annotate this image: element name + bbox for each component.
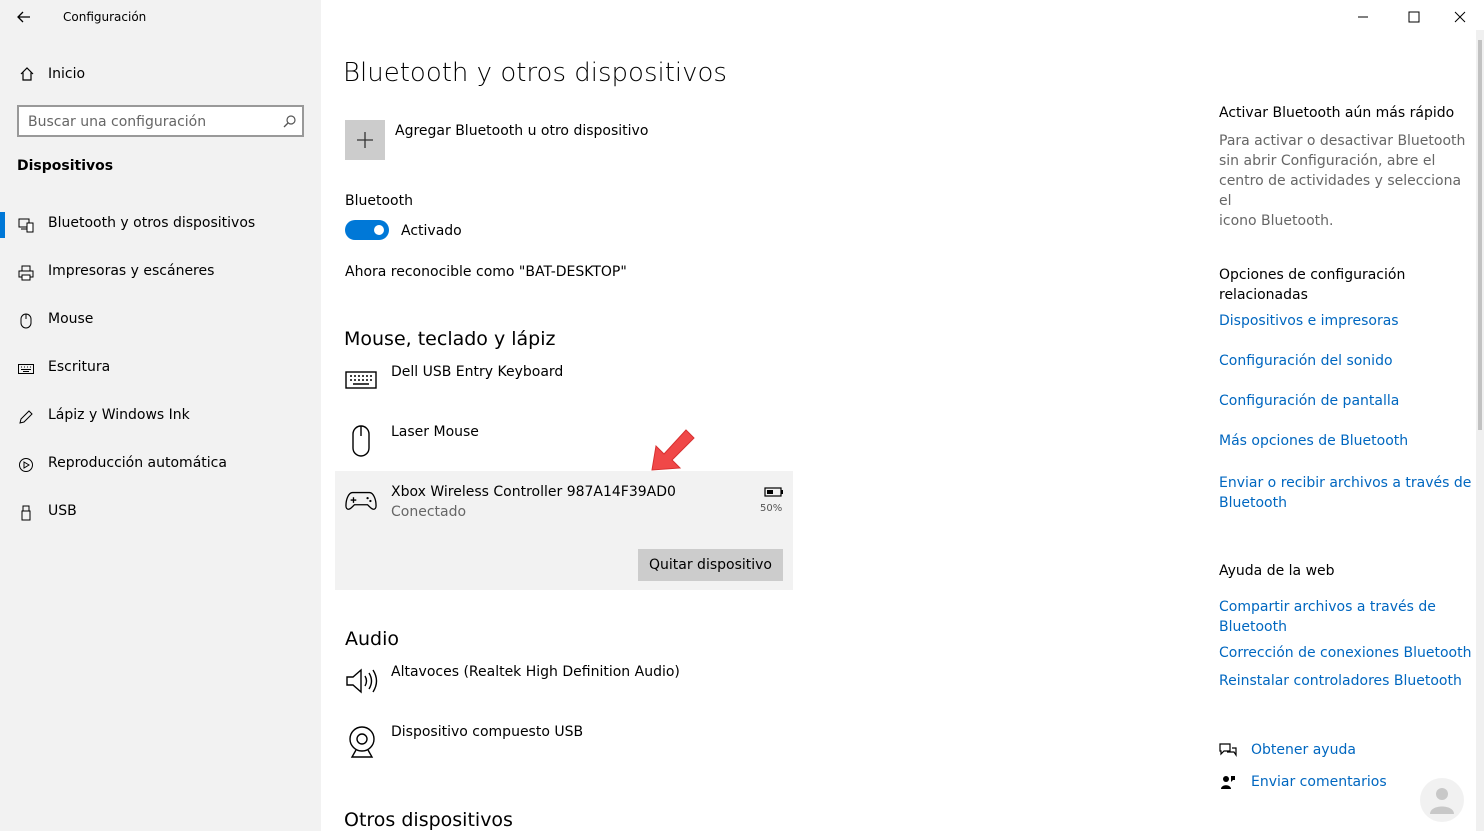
sidebar-item-label: USB (48, 503, 77, 519)
autoplay-icon (16, 455, 36, 475)
sidebar-item-label: Impresoras y escáneres (48, 263, 215, 279)
add-device-label: Agregar Bluetooth u otro dispositivo (395, 123, 649, 139)
window-title: Configuración (63, 10, 147, 24)
bluetooth-state: Activado (401, 223, 462, 239)
sidebar-item-autoplay[interactable]: Reproducción automática (0, 445, 321, 485)
feedback-person-icon (1219, 774, 1237, 790)
bluetooth-devices-icon (16, 215, 36, 235)
feedback-label: Enviar comentarios (1251, 774, 1387, 790)
device-name: Dispositivo compuesto USB (391, 724, 584, 740)
search-icon[interactable] (281, 113, 297, 129)
feedback-link[interactable]: Enviar comentarios (1219, 772, 1419, 796)
device-speakers[interactable]: Altavoces (Realtek High Definition Audio… (335, 660, 793, 710)
sidebar-item-label: Mouse (48, 311, 94, 327)
section-input-devices: Mouse, teclado y lápiz (344, 328, 556, 350)
battery-icon (763, 485, 785, 499)
battery-level: 50% (760, 503, 783, 514)
mouse-icon (16, 311, 36, 331)
device-mouse[interactable]: Laser Mouse (335, 420, 793, 470)
related-title-line: relacionadas (1219, 287, 1308, 303)
keyboard-icon (345, 368, 377, 392)
bluetooth-label: Bluetooth (345, 193, 413, 209)
home-link[interactable]: Inicio (0, 60, 321, 88)
sidebar-item-typing[interactable]: Escritura (0, 349, 321, 389)
bluetooth-toggle[interactable] (345, 220, 389, 240)
section-audio: Audio (345, 628, 400, 650)
related-title: Opciones de configuración relacionadas (1219, 265, 1405, 305)
page-title: Bluetooth y otros dispositivos (343, 58, 727, 88)
device-name: Xbox Wireless Controller 987A14F39AD0 (391, 484, 676, 500)
link-line: Compartir archivos a través de (1219, 599, 1436, 615)
link-display-settings[interactable]: Configuración de pantalla (1219, 393, 1399, 409)
web-help-title: Ayuda de la web (1219, 563, 1335, 579)
speaker-icon (345, 666, 379, 696)
quick-desc-line: icono Bluetooth. (1219, 213, 1334, 229)
section-other-devices: Otros dispositivos (344, 809, 513, 831)
device-keyboard[interactable]: Dell USB Entry Keyboard (335, 360, 793, 410)
device-name: Dell USB Entry Keyboard (391, 364, 564, 380)
home-label: Inicio (48, 66, 86, 82)
link-send-receive-files[interactable]: Enviar o recibir archivos a través de Bl… (1219, 473, 1471, 513)
sidebar-item-pen[interactable]: Lápiz y Windows Ink (0, 397, 321, 437)
home-icon (17, 64, 37, 84)
sidebar: Configuración Inicio Dispositivos Blueto… (0, 0, 321, 831)
add-device-button[interactable]: Agregar Bluetooth u otro dispositivo (345, 120, 665, 160)
link-reinstall-drivers[interactable]: Reinstalar controladores Bluetooth (1219, 673, 1462, 689)
remove-device-button[interactable]: Quitar dispositivo (638, 549, 783, 581)
pen-icon (16, 407, 36, 427)
get-help-label: Obtener ayuda (1251, 742, 1356, 758)
toggle-knob (374, 225, 384, 235)
quick-desc-line: sin abrir Configuración, abre el (1219, 153, 1436, 169)
link-fix-connections[interactable]: Corrección de conexiones Bluetooth (1219, 645, 1471, 661)
device-name: Altavoces (Realtek High Definition Audio… (391, 664, 680, 680)
maximize-icon[interactable] (1404, 8, 1424, 26)
get-help-link[interactable]: Obtener ayuda (1219, 740, 1419, 764)
link-line: Enviar o recibir archivos a través de (1219, 475, 1472, 491)
scrollbar-thumb[interactable] (1478, 40, 1482, 430)
close-icon[interactable] (1450, 8, 1470, 26)
section-title: Dispositivos (17, 158, 114, 174)
help-chat-icon (1219, 742, 1237, 758)
sidebar-item-usb[interactable]: USB (0, 493, 321, 533)
link-devices-printers[interactable]: Dispositivos e impresoras (1219, 313, 1399, 329)
add-icon (345, 120, 385, 160)
link-line: Bluetooth (1219, 619, 1287, 635)
device-status: Conectado (391, 504, 467, 520)
quick-title: Activar Bluetooth aún más rápido (1219, 105, 1455, 121)
mouse-icon (345, 422, 377, 460)
watermark-logo-icon (1418, 776, 1466, 824)
sidebar-item-mouse[interactable]: Mouse (0, 301, 321, 341)
red-arrow-icon (648, 422, 700, 474)
sidebar-item-label: Bluetooth y otros dispositivos (48, 215, 256, 231)
back-arrow-icon[interactable] (14, 8, 34, 26)
quick-description: Para activar o desactivar Bluetooth sin … (1219, 131, 1469, 231)
keyboard-icon (16, 359, 36, 379)
device-usb-composite[interactable]: Dispositivo compuesto USB (335, 720, 793, 770)
search-box[interactable] (17, 105, 304, 137)
device-name: Laser Mouse (391, 424, 479, 440)
sidebar-item-label: Escritura (48, 359, 111, 375)
related-title-line: Opciones de configuración (1219, 267, 1406, 283)
search-input[interactable] (28, 112, 268, 132)
printer-icon (16, 263, 36, 283)
discoverable-text: Ahora reconocible como "BAT-DESKTOP" (345, 264, 627, 280)
webcam-icon (345, 724, 379, 760)
link-sound-settings[interactable]: Configuración del sonido (1219, 353, 1393, 369)
link-share-files[interactable]: Compartir archivos a través de Bluetooth (1219, 597, 1436, 637)
sidebar-item-bluetooth[interactable]: Bluetooth y otros dispositivos (0, 205, 321, 245)
usb-icon (16, 503, 36, 523)
sidebar-item-label: Reproducción automática (48, 455, 227, 471)
quick-desc-line: Para activar o desactivar Bluetooth (1219, 133, 1466, 149)
gamepad-icon (345, 487, 377, 515)
link-more-bluetooth[interactable]: Más opciones de Bluetooth (1219, 433, 1408, 449)
sidebar-item-printers[interactable]: Impresoras y escáneres (0, 253, 321, 293)
sidebar-item-label: Lápiz y Windows Ink (48, 407, 190, 423)
minimize-icon[interactable] (1353, 8, 1373, 26)
quick-desc-line: centro de actividades y selecciona el (1219, 173, 1462, 209)
link-line: Bluetooth (1219, 495, 1287, 511)
